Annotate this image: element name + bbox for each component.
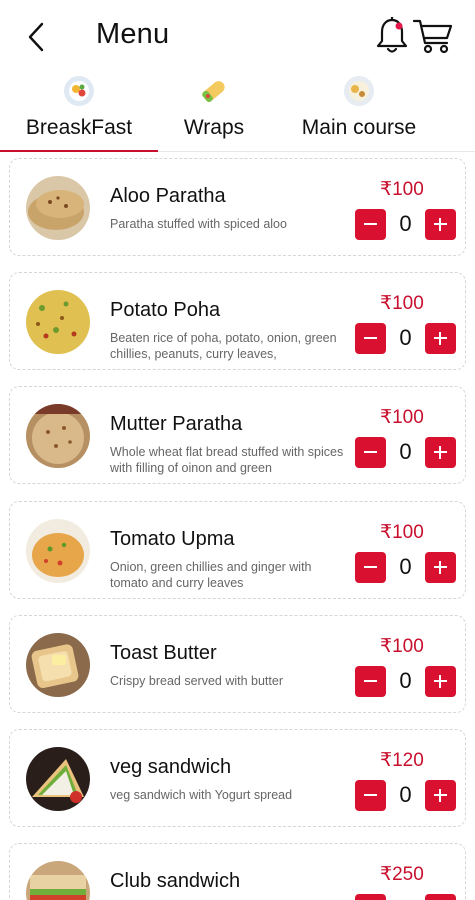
minus-icon: [364, 680, 377, 682]
quantity-value: 0: [399, 668, 412, 693]
tab-main-course[interactable]: Main course: [280, 70, 438, 152]
increase-quantity-button[interactable]: [425, 437, 456, 468]
item-description: veg sandwich with Yogurt spread: [110, 788, 293, 802]
menu-item-card[interactable]: Toast Butter Crispy bread served with bu…: [9, 615, 466, 713]
chevron-left-icon[interactable]: [24, 20, 52, 54]
quantity-stepper: 0: [355, 437, 459, 469]
plus-icon-vertical: [439, 789, 441, 802]
item-price: ₹100: [380, 293, 424, 314]
item-price: ₹120: [380, 750, 424, 771]
wrap-roll-icon: [197, 74, 231, 108]
tab-main-course-label: Main course: [301, 116, 417, 139]
quantity-value: 0: [399, 325, 412, 350]
decrease-quantity-button[interactable]: [355, 666, 386, 697]
quantity-value: 0: [399, 211, 412, 236]
menu-item-card[interactable]: Tomato Upma Onion, green chillies and gi…: [9, 501, 466, 599]
menu-item-card[interactable]: Mutter Paratha Whole wheat flat bread st…: [9, 386, 466, 484]
category-tabs: BreaskFast Wraps Main course: [0, 70, 475, 154]
quantity-stepper: 0: [355, 666, 459, 698]
menu-item-list[interactable]: Aloo Paratha Paratha stuffed with spiced…: [0, 158, 475, 900]
quantity-stepper: 0: [355, 209, 459, 241]
decrease-quantity-button[interactable]: [355, 323, 386, 354]
increase-quantity-button[interactable]: [425, 894, 456, 900]
menu-item-card[interactable]: Potato Poha Beaten rice of poha, potato,…: [9, 272, 466, 370]
quantity-value: 0: [399, 782, 412, 807]
plus-icon-vertical: [439, 675, 441, 688]
minus-icon: [364, 223, 377, 225]
decrease-quantity-button[interactable]: [355, 437, 386, 468]
item-price: ₹250: [380, 864, 424, 885]
item-price: ₹100: [380, 179, 424, 200]
minus-icon: [364, 451, 377, 453]
quantity-stepper: 0: [355, 894, 459, 900]
increase-quantity-button[interactable]: [425, 323, 456, 354]
item-name: veg sandwich: [110, 756, 232, 778]
item-name: Club sandwich: [110, 870, 241, 892]
item-name: Aloo Paratha: [110, 185, 226, 207]
cart-icon[interactable]: [412, 16, 454, 56]
veg-sandwich-photo: [26, 747, 90, 811]
item-price: ₹100: [380, 407, 424, 428]
item-name: Tomato Upma: [110, 528, 235, 550]
item-price: ₹100: [380, 522, 424, 543]
item-description: Beaten rice of poha, potato, onion, gree…: [110, 331, 337, 361]
main-course-plate-icon: [342, 74, 376, 108]
bell-icon[interactable]: [374, 16, 410, 56]
quantity-stepper: 0: [355, 552, 459, 584]
decrease-quantity-button[interactable]: [355, 209, 386, 240]
quantity-value: 0: [386, 896, 425, 900]
increase-quantity-button[interactable]: [425, 780, 456, 811]
menu-item-card[interactable]: Aloo Paratha Paratha stuffed with spiced…: [9, 158, 466, 256]
item-name: Potato Poha: [110, 299, 221, 321]
decrease-quantity-button[interactable]: [355, 894, 386, 900]
increase-quantity-button[interactable]: [425, 552, 456, 583]
app-header: Menu: [0, 0, 475, 72]
quantity-value: 0: [399, 439, 412, 464]
club-sandwich-photo: [26, 861, 90, 900]
tab-breakfast-label: BreaskFast: [25, 116, 133, 139]
active-tab-indicator: [0, 150, 158, 152]
tab-wraps-label: Wraps: [183, 116, 245, 139]
item-description: Onion, green chillies and ginger with to…: [110, 560, 312, 590]
item-name: Mutter Paratha: [110, 413, 243, 435]
mutter-paratha-photo: [26, 404, 90, 468]
decrease-quantity-button[interactable]: [355, 552, 386, 583]
decrease-quantity-button[interactable]: [355, 780, 386, 811]
item-price: ₹100: [380, 636, 424, 657]
plus-icon-vertical: [439, 332, 441, 345]
potato-poha-photo: [26, 290, 90, 354]
item-description: Whole wheat flat bread stuffed with spic…: [110, 445, 344, 475]
item-description: Crispy bread served with butter: [110, 674, 283, 688]
item-name: Toast Butter: [110, 642, 217, 664]
increase-quantity-button[interactable]: [425, 666, 456, 697]
plus-icon-vertical: [439, 446, 441, 459]
plus-icon-vertical: [439, 561, 441, 574]
breakfast-plate-icon: [62, 74, 96, 108]
quantity-stepper: 0: [355, 323, 459, 355]
quantity-value: 0: [399, 554, 412, 579]
minus-icon: [364, 337, 377, 339]
tab-breakfast[interactable]: BreaskFast: [0, 70, 158, 152]
menu-item-card[interactable]: veg sandwich veg sandwich with Yogurt sp…: [9, 729, 466, 827]
tab-wraps[interactable]: Wraps: [158, 70, 270, 152]
minus-icon: [364, 566, 377, 568]
quantity-stepper: 0: [355, 780, 459, 812]
plus-icon-vertical: [439, 218, 441, 231]
page-title: Menu: [96, 18, 170, 50]
minus-icon: [364, 794, 377, 796]
menu-item-card[interactable]: Club sandwich ₹250 0: [9, 843, 466, 900]
tomato-upma-photo: [26, 519, 90, 583]
increase-quantity-button[interactable]: [425, 209, 456, 240]
aloo-paratha-photo: [26, 176, 90, 240]
item-description: Paratha stuffed with spiced aloo: [110, 217, 287, 231]
toast-butter-photo: [26, 633, 90, 697]
